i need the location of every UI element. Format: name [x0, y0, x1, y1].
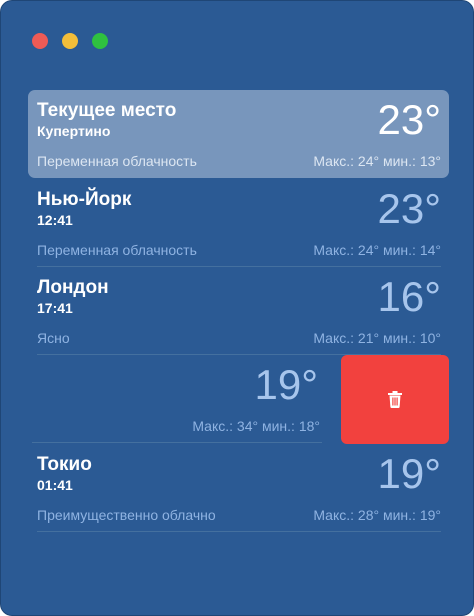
location-condition: Ясно	[37, 330, 70, 346]
location-temperature: 19°	[254, 361, 318, 408]
location-range: Макс.: 21° мин.: 10°	[313, 330, 441, 346]
location-row-current[interactable]: Текущее место Купертино 23° Переменная о…	[28, 90, 449, 178]
location-range: Макс.: 34° мин.: 18°	[192, 418, 320, 434]
zoom-button[interactable]	[92, 33, 108, 49]
location-city: Текущее место	[37, 100, 177, 121]
row-divider	[32, 442, 322, 443]
location-city: Лондон	[37, 277, 109, 298]
row-divider	[37, 531, 441, 532]
delete-location-button[interactable]	[341, 355, 449, 444]
location-row-new-york[interactable]: Нью-Йорк 12:41 23° Переменная облачность…	[28, 179, 449, 267]
location-row-london[interactable]: Лондон 17:41 16° Ясно Макс.: 21° мин.: 1…	[28, 267, 449, 355]
minimize-button[interactable]	[62, 33, 78, 49]
location-temperature: 23°	[377, 96, 441, 143]
location-temperature: 23°	[377, 185, 441, 232]
weather-window: Текущее место Купертино 23° Переменная о…	[0, 0, 474, 616]
location-temperature: 16°	[377, 273, 441, 320]
trash-icon	[388, 391, 402, 408]
close-button[interactable]	[32, 33, 48, 49]
location-subtitle: Купертино	[37, 123, 111, 139]
location-condition: Переменная облачность	[37, 242, 197, 258]
location-temperature: 19°	[377, 450, 441, 497]
location-time: 17:41	[37, 300, 73, 316]
location-city: Токио	[37, 454, 92, 475]
location-city: Нью-Йорк	[37, 189, 132, 210]
location-range: Макс.: 24° мин.: 14°	[313, 242, 441, 258]
location-time: 12:41	[37, 212, 73, 228]
location-condition: Преимущественно облачно	[37, 507, 216, 523]
location-row-tokyo[interactable]: Токио 01:41 19° Преимущественно облачно …	[28, 444, 449, 532]
location-range: Макс.: 24° мин.: 13°	[313, 153, 441, 169]
location-time: 01:41	[37, 477, 73, 493]
location-condition: Переменная облачность	[37, 153, 197, 169]
location-range: Макс.: 28° мин.: 19°	[313, 507, 441, 523]
